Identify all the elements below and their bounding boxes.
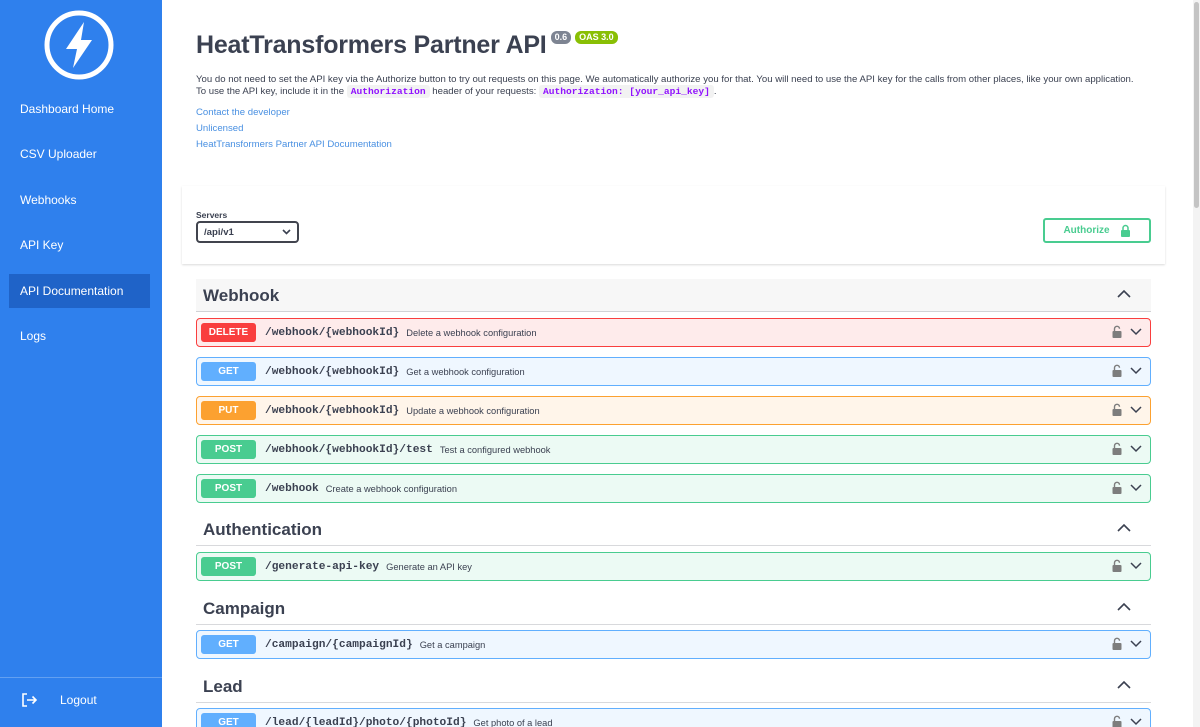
operation-path: /generate-api-key	[265, 560, 380, 573]
scrollbar[interactable]	[1193, 0, 1200, 727]
operation-post-webhook-test[interactable]: POST /webhook/{webhookId}/test Test a co…	[196, 435, 1151, 464]
method-badge: GET	[201, 635, 256, 654]
chevron-down-icon	[282, 229, 291, 235]
tag-campaign-title: Campaign	[203, 599, 286, 618]
description-code-2: Authorization: [your_api_key]	[538, 84, 714, 98]
method-badge: GET	[201, 362, 256, 381]
authorize-button[interactable]: Authorize	[1043, 218, 1151, 243]
chevron-up-icon	[1117, 602, 1131, 611]
method-badge: POST	[201, 557, 256, 576]
lock-icon[interactable]	[1112, 325, 1122, 338]
logout-icon	[22, 693, 38, 707]
lock-icon[interactable]	[1112, 442, 1122, 455]
operation-path: /webhook/{webhookId}/test	[265, 443, 433, 456]
operation-path: /lead/{leadId}/photo/{photoId}	[265, 716, 467, 727]
lock-icon[interactable]	[1112, 403, 1122, 416]
tag-campaign[interactable]: Campaign	[196, 592, 1151, 625]
operation-path: /webhook/{webhookId}	[265, 404, 400, 417]
sidebar: Dashboard Home CSV Uploader Webhooks API…	[0, 0, 162, 727]
oas-badge: OAS 3.0	[575, 31, 618, 44]
sidebar-item-csv-uploader[interactable]: CSV Uploader	[9, 137, 150, 171]
operation-delete-webhook[interactable]: DELETE /webhook/{webhookId} Delete a web…	[196, 318, 1151, 347]
sidebar-item-api-documentation[interactable]: API Documentation	[9, 274, 150, 308]
operation-summary: Get a webhook configuration	[406, 366, 525, 377]
chevron-down-icon	[1130, 484, 1142, 492]
operation-get-lead-photo[interactable]: GET /lead/{leadId}/photo/{photoId} Get p…	[196, 708, 1151, 727]
contact-developer-link[interactable]: Contact the developer	[196, 107, 392, 123]
chevron-up-icon	[1117, 680, 1131, 689]
lightning-bolt-icon[interactable]	[44, 10, 114, 80]
lock-icon	[1120, 224, 1130, 237]
operation-summary: Update a webhook configuration	[406, 405, 540, 416]
chevron-down-icon	[1130, 718, 1142, 726]
tag-webhook-title: Webhook	[203, 286, 280, 305]
lock-icon[interactable]	[1112, 481, 1122, 494]
lock-icon[interactable]	[1112, 637, 1122, 650]
authorize-label: Authorize	[1063, 225, 1110, 236]
operation-summary: Create a webhook configuration	[325, 483, 457, 494]
scrollbar-thumb[interactable]	[1194, 2, 1199, 208]
sidebar-item-logs[interactable]: Logs	[9, 319, 150, 353]
operation-path: /webhook/{webhookId}	[265, 326, 400, 339]
operation-post-generate-api-key[interactable]: POST /generate-api-key Generate an API k…	[196, 552, 1151, 581]
tag-lead-title: Lead	[203, 677, 243, 696]
page-title: HeatTransformers Partner API	[196, 31, 547, 59]
sidebar-item-dashboard-home[interactable]: Dashboard Home	[9, 92, 150, 126]
description-code-1: Authorization	[346, 84, 430, 98]
servers-label: Servers	[196, 210, 228, 220]
lock-icon[interactable]	[1112, 364, 1122, 377]
chevron-down-icon	[1130, 445, 1142, 453]
scheme-container: Servers /api/v1 Authorize	[182, 186, 1165, 264]
operation-path: /webhook/{webhookId}	[265, 365, 400, 378]
tag-webhook[interactable]: Webhook	[196, 279, 1151, 312]
chevron-down-icon	[1130, 328, 1142, 336]
operation-summary: Generate an API key	[386, 561, 472, 572]
operation-summary: Get a campaign	[419, 639, 486, 650]
title-row: HeatTransformers Partner API 0.6 OAS 3.0	[196, 28, 618, 62]
lock-icon[interactable]	[1112, 715, 1122, 727]
api-description: You do not need to set the API key via t…	[196, 74, 1136, 98]
logout-label: Logout	[60, 693, 97, 707]
method-badge: POST	[201, 479, 256, 498]
sidebar-item-webhooks[interactable]: Webhooks	[9, 183, 150, 217]
chevron-up-icon	[1117, 523, 1131, 532]
tag-lead[interactable]: Lead	[196, 670, 1151, 703]
info-links: Contact the developer Unlicensed HeatTra…	[196, 107, 392, 155]
method-badge: POST	[201, 440, 256, 459]
chevron-down-icon	[1130, 367, 1142, 375]
description-text-2: header of your requests:	[432, 85, 537, 97]
logout-button[interactable]: Logout	[20, 688, 97, 712]
description-text-3: .	[713, 85, 717, 97]
operation-path: /webhook	[265, 482, 319, 495]
operation-get-webhook[interactable]: GET /webhook/{webhookId} Get a webhook c…	[196, 357, 1151, 386]
operation-get-campaign[interactable]: GET /campaign/{campaignId} Get a campaig…	[196, 630, 1151, 659]
method-badge: PUT	[201, 401, 256, 420]
chevron-down-icon	[1130, 562, 1142, 570]
main-content: HeatTransformers Partner API 0.6 OAS 3.0…	[162, 0, 1193, 727]
servers-selected-value: /api/v1	[204, 226, 234, 238]
license-link[interactable]: Unlicensed	[196, 123, 392, 139]
lock-icon[interactable]	[1112, 559, 1122, 572]
operation-summary: Delete a webhook configuration	[406, 327, 537, 338]
chevron-down-icon	[1130, 406, 1142, 414]
operation-put-webhook[interactable]: PUT /webhook/{webhookId} Update a webhoo…	[196, 396, 1151, 425]
chevron-up-icon	[1117, 289, 1131, 298]
tag-authentication[interactable]: Authentication	[196, 513, 1151, 546]
sidebar-item-api-key[interactable]: API Key	[9, 228, 150, 262]
operation-path: /campaign/{campaignId}	[265, 638, 413, 651]
sidebar-divider	[0, 677, 162, 678]
operation-summary: Test a configured webhook	[439, 444, 551, 455]
operation-summary: Get photo of a lead	[473, 717, 553, 727]
api-documentation-link[interactable]: HeatTransformers Partner API Documentati…	[196, 139, 392, 155]
tag-authentication-title: Authentication	[203, 520, 322, 539]
method-badge: GET	[201, 713, 256, 727]
operation-post-webhook[interactable]: POST /webhook Create a webhook configura…	[196, 474, 1151, 503]
chevron-down-icon	[1130, 640, 1142, 648]
version-badge: 0.6	[550, 31, 572, 44]
servers-select[interactable]: /api/v1	[196, 221, 299, 243]
method-badge: DELETE	[201, 323, 256, 342]
